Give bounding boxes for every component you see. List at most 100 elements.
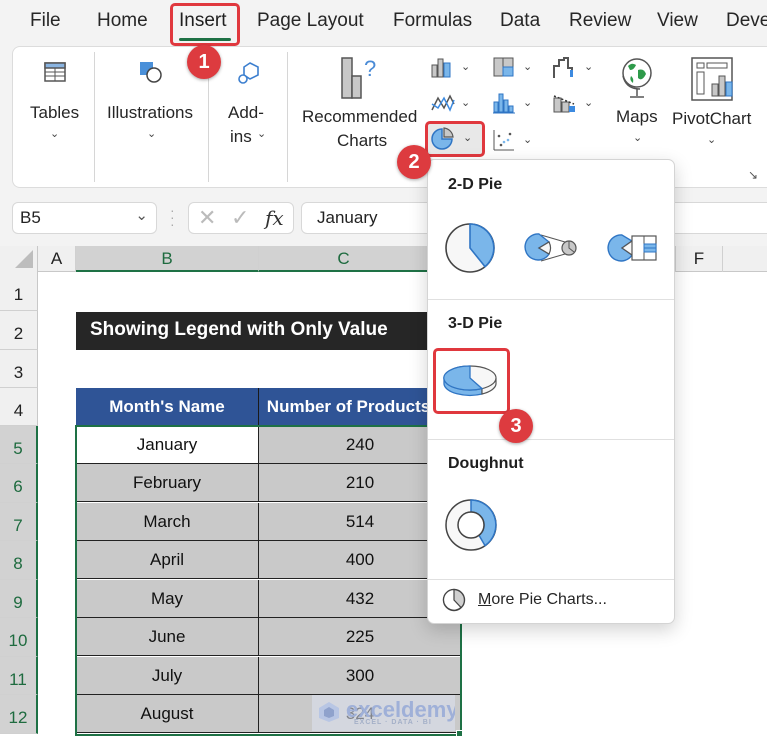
- scatter-chart-icon[interactable]: [492, 128, 516, 152]
- dialog-launcher-icon[interactable]: ↘: [748, 168, 758, 182]
- more-pie-charts-accesskey: M: [478, 591, 492, 609]
- cell-month[interactable]: February: [76, 464, 259, 502]
- recommended-charts-icon: ?: [341, 56, 376, 99]
- row-header-3[interactable]: 3: [0, 350, 38, 388]
- shapes-icon: [140, 62, 162, 83]
- section-divider: [428, 299, 674, 300]
- sheet-title: Showing Legend with Only Value: [76, 312, 436, 350]
- pivotchart-icon: [691, 57, 733, 101]
- tab-formulas[interactable]: Formulas: [393, 10, 472, 32]
- cell-month[interactable]: March: [76, 503, 259, 541]
- chevron-down-icon[interactable]: ⌄: [523, 96, 532, 109]
- row-header-2[interactable]: 2: [0, 311, 38, 350]
- row-header-10[interactable]: 10: [0, 618, 38, 657]
- more-pie-charts-link[interactable]: More Pie Charts...: [442, 588, 607, 612]
- chevron-down-icon[interactable]: ⌄: [463, 131, 472, 144]
- cell-month[interactable]: July: [76, 657, 259, 695]
- row-header-12[interactable]: 12: [0, 695, 38, 734]
- cell-month[interactable]: June: [76, 618, 259, 656]
- row-header-1[interactable]: 1: [0, 272, 38, 311]
- header-number-of-products[interactable]: Number of Products: [259, 388, 439, 426]
- cell-month[interactable]: May: [76, 580, 259, 618]
- column-chart-icon[interactable]: [430, 57, 454, 79]
- ribbon-divider: [287, 52, 288, 182]
- name-box-value: B5: [20, 208, 41, 227]
- line-chart-icon[interactable]: [430, 92, 456, 114]
- recommended-charts-line1[interactable]: Recommended: [302, 104, 417, 129]
- pie-outline-icon: [442, 588, 466, 612]
- section-divider: [428, 579, 674, 580]
- select-all-button[interactable]: [0, 246, 38, 272]
- maps-button[interactable]: Maps: [616, 104, 658, 129]
- chevron-down-icon: ⌄: [633, 132, 643, 144]
- column-header-a[interactable]: A: [38, 246, 76, 272]
- chevron-down-icon[interactable]: ⌄: [461, 96, 470, 109]
- addins-button-line2[interactable]: ins: [230, 124, 252, 149]
- grip-icon: · · ·: [170, 202, 175, 232]
- pivotchart-button[interactable]: PivotChart: [672, 106, 751, 131]
- tab-home[interactable]: Home: [97, 10, 148, 32]
- row-header-4[interactable]: 4: [0, 388, 38, 426]
- tab-review[interactable]: Review: [569, 10, 631, 32]
- insert-function-icon[interactable]: fx: [265, 206, 284, 230]
- section-3d-pie: 3-D Pie: [448, 315, 503, 332]
- cell-month[interactable]: January: [76, 426, 259, 464]
- ribbon-divider: [94, 52, 95, 182]
- row-header-7[interactable]: 7: [0, 503, 38, 541]
- header-month-name[interactable]: Month's Name: [76, 388, 259, 426]
- tab-developer[interactable]: Deve: [726, 10, 767, 32]
- bar-of-pie-option[interactable]: [604, 230, 660, 266]
- exceldemy-logo-icon: [319, 702, 339, 722]
- step-badge-2: 2: [397, 145, 431, 179]
- waterfall-chart-icon[interactable]: [552, 56, 576, 80]
- combo-chart-icon[interactable]: [552, 92, 578, 114]
- tables-button[interactable]: Tables: [30, 100, 79, 125]
- svg-text:?: ?: [364, 56, 376, 81]
- row-header-11[interactable]: 11: [0, 657, 38, 695]
- step-badge-1: 1: [187, 45, 221, 79]
- column-header-b[interactable]: B: [76, 246, 259, 272]
- watermark-tagline: EXCEL · DATA · BI: [354, 719, 432, 726]
- cell-month[interactable]: August: [76, 695, 259, 733]
- exceldemy-watermark: exceldemy EXCEL · DATA · BI: [312, 695, 455, 731]
- cell-month[interactable]: April: [76, 541, 259, 579]
- name-box[interactable]: B5 ⌄: [12, 202, 157, 234]
- cancel-icon[interactable]: ✕: [198, 205, 216, 231]
- illustrations-button[interactable]: Illustrations: [107, 100, 193, 125]
- column-header-c[interactable]: C: [259, 246, 429, 272]
- fill-handle[interactable]: [456, 730, 463, 737]
- row-header-8[interactable]: 8: [0, 541, 38, 580]
- row-header-6[interactable]: 6: [0, 464, 38, 503]
- chevron-down-icon: ⌄: [707, 134, 717, 146]
- tab-view[interactable]: View: [657, 10, 698, 32]
- column-header-f[interactable]: F: [675, 246, 723, 272]
- doughnut-option[interactable]: [444, 498, 498, 552]
- statistic-chart-icon[interactable]: [492, 92, 516, 114]
- section-2d-pie: 2-D Pie: [448, 176, 503, 193]
- chevron-down-icon[interactable]: ⌄: [584, 60, 593, 73]
- chevron-down-icon[interactable]: ⌄: [523, 133, 532, 146]
- chevron-down-icon[interactable]: ⌄: [135, 206, 148, 224]
- step-badge-3: 3: [499, 409, 533, 443]
- section-divider: [428, 439, 674, 440]
- tab-data[interactable]: Data: [500, 10, 540, 32]
- row-header-5[interactable]: 5: [0, 426, 38, 464]
- tab-page-layout[interactable]: Page Layout: [257, 10, 364, 32]
- enter-check-icon[interactable]: ✓: [231, 205, 249, 231]
- chevron-down-icon[interactable]: ⌄: [461, 60, 470, 73]
- addins-button-line1[interactable]: Add-: [228, 100, 264, 125]
- tab-file[interactable]: File: [30, 10, 61, 32]
- recommended-charts-line2[interactable]: Charts: [337, 128, 387, 153]
- section-doughnut: Doughnut: [448, 455, 524, 472]
- excel-window: File Home Insert Page Layout Formulas Da…: [0, 0, 767, 743]
- pie-of-pie-option[interactable]: [523, 230, 579, 266]
- cell-value[interactable]: 300: [259, 657, 462, 695]
- pie-chart-icon[interactable]: [431, 126, 457, 152]
- more-pie-charts-label: ore Pie Charts...: [491, 591, 607, 609]
- row-header-9[interactable]: 9: [0, 580, 38, 618]
- menu-bar: File Home Insert Page Layout Formulas Da…: [0, 0, 767, 46]
- hierarchy-chart-icon[interactable]: [492, 56, 516, 78]
- pie-2d-option[interactable]: [444, 222, 496, 274]
- chevron-down-icon[interactable]: ⌄: [523, 60, 532, 73]
- chevron-down-icon[interactable]: ⌄: [584, 96, 593, 109]
